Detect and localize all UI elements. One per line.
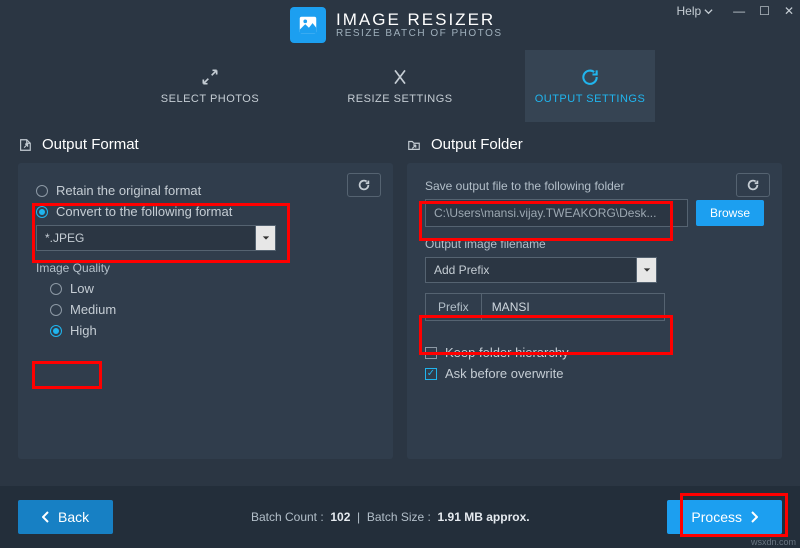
- format-dropdown[interactable]: *.JPEG: [36, 225, 276, 251]
- radio-retain-format[interactable]: Retain the original format: [36, 183, 375, 198]
- radio-icon: [50, 325, 62, 337]
- radio-quality-low[interactable]: Low: [50, 281, 375, 296]
- checkbox-icon: ✓: [425, 368, 437, 380]
- maximize-button[interactable]: ☐: [759, 4, 770, 18]
- radio-icon: [36, 185, 48, 197]
- radio-icon: [50, 304, 62, 316]
- batch-info: Batch Count : 102 | Batch Size : 1.91 MB…: [113, 510, 667, 524]
- close-button[interactable]: ✕: [784, 4, 794, 18]
- minimize-button[interactable]: —: [733, 4, 745, 18]
- save-path-label: Save output file to the following folder: [425, 179, 764, 193]
- radio-convert-format[interactable]: Convert to the following format: [36, 204, 375, 219]
- radio-icon: [36, 206, 48, 218]
- export-icon: [18, 138, 32, 152]
- browse-button[interactable]: Browse: [696, 200, 764, 226]
- watermark: wsxdn.com: [751, 537, 796, 547]
- tab-resize-settings[interactable]: RESIZE SETTINGS: [335, 50, 465, 122]
- output-path-input[interactable]: C:\Users\mansi.vijay.TWEAKORG\Desk...: [425, 199, 688, 227]
- chevron-down-icon: [637, 257, 657, 283]
- tab-select-photos[interactable]: SELECT PHOTOS: [145, 50, 275, 122]
- filename-label: Output image filename: [425, 237, 764, 251]
- chevron-left-icon: [42, 511, 50, 523]
- prefix-input[interactable]: MANSI: [482, 294, 664, 320]
- filename-mode-dropdown[interactable]: Add Prefix: [425, 257, 657, 283]
- reset-format-button[interactable]: [347, 173, 381, 197]
- output-folder-heading: Output Folder: [407, 136, 782, 153]
- back-button[interactable]: Back: [18, 500, 113, 534]
- radio-icon: [50, 283, 62, 295]
- help-menu[interactable]: Help: [676, 4, 713, 18]
- chevron-down-icon: [256, 225, 276, 251]
- app-title: IMAGE RESIZER: [336, 11, 503, 28]
- resize-icon: [390, 67, 410, 87]
- radio-quality-medium[interactable]: Medium: [50, 302, 375, 317]
- app-logo-icon: [290, 7, 326, 43]
- prefix-input-group[interactable]: Prefix MANSI: [425, 293, 665, 321]
- app-subtitle: RESIZE BATCH OF PHOTOS: [336, 28, 503, 39]
- folder-export-icon: [407, 138, 421, 152]
- reset-folder-button[interactable]: [736, 173, 770, 197]
- radio-quality-high[interactable]: High: [50, 323, 375, 338]
- tab-output-settings[interactable]: OUTPUT SETTINGS: [525, 50, 655, 122]
- chevron-right-icon: [750, 511, 758, 523]
- process-button[interactable]: Process: [667, 500, 782, 534]
- quality-label: Image Quality: [36, 261, 375, 275]
- checkbox-icon: [425, 347, 437, 359]
- refresh-icon: [580, 67, 600, 87]
- checkbox-ask-overwrite[interactable]: ✓ Ask before overwrite: [425, 366, 764, 381]
- output-format-heading: Output Format: [18, 136, 393, 153]
- chevron-down-icon: [704, 7, 713, 16]
- checkbox-keep-hierarchy[interactable]: Keep folder hierarchy: [425, 345, 764, 360]
- expand-icon: [200, 67, 220, 87]
